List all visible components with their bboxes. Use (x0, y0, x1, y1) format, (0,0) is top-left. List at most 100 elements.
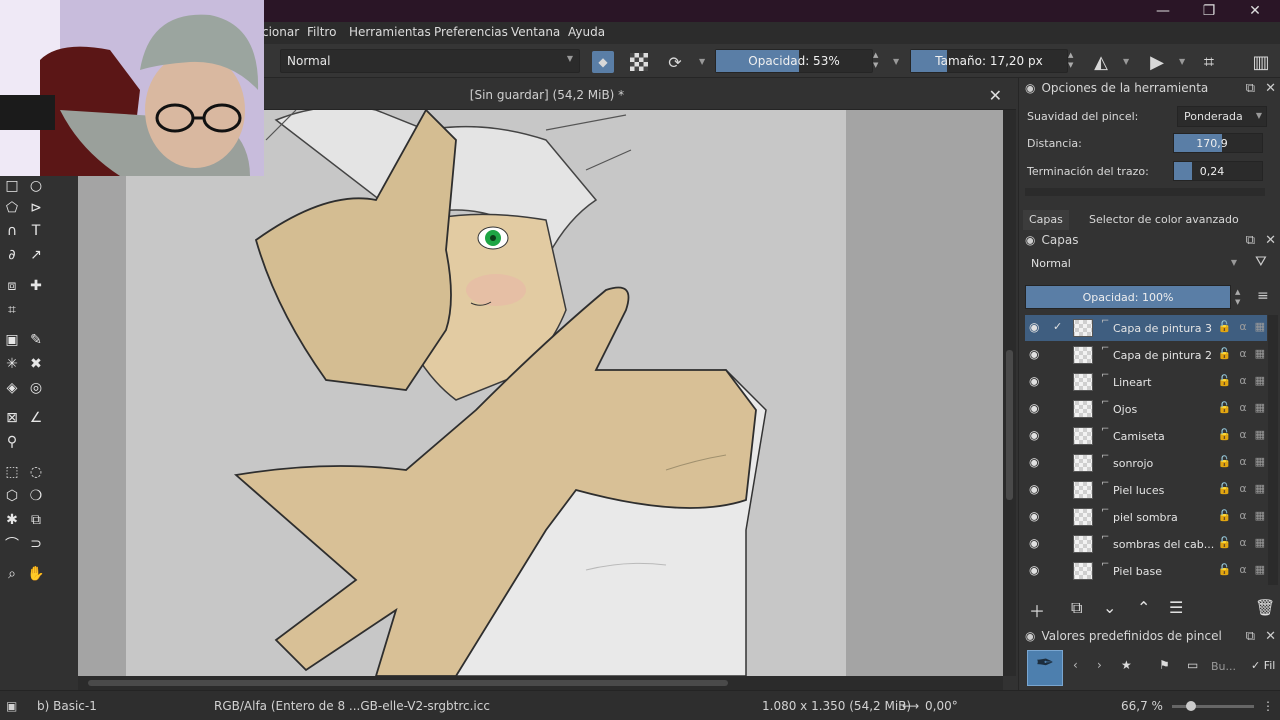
hamburger-menu-icon[interactable]: ≡ (1257, 288, 1269, 304)
layer-select-checkbox[interactable] (1053, 401, 1065, 413)
next-tag-icon[interactable]: › (1097, 658, 1102, 672)
visibility-eye-icon[interactable]: ◉ (1029, 401, 1043, 415)
text-tool-icon[interactable]: T (26, 221, 46, 241)
bezier-select-tool-icon[interactable]: ⌒ (2, 534, 22, 554)
layer-select-checkbox[interactable] (1053, 455, 1065, 467)
inherit-alpha-icon[interactable]: ▦ (1255, 482, 1265, 495)
zoom-slider[interactable] (1172, 701, 1254, 711)
layer-select-checkbox[interactable] (1053, 347, 1065, 359)
menu-help[interactable]: Ayuda (568, 25, 605, 39)
layer-select-checkbox[interactable] (1053, 374, 1065, 386)
preset-search-field[interactable]: Bu... (1211, 660, 1236, 673)
layer-opacity-spin-arrows[interactable]: ▲ ▼ (1235, 287, 1240, 307)
inherit-alpha-icon[interactable]: ▦ (1255, 536, 1265, 549)
pan-tool-icon[interactable]: ✋ (26, 564, 46, 584)
rectangle-tool-icon[interactable]: □ (2, 176, 22, 196)
layer-row[interactable]: ◉ ⌐ Ojos 🔓 α ▦ (1025, 396, 1267, 422)
inherit-alpha-icon[interactable]: ▦ (1255, 374, 1265, 387)
menu-tools[interactable]: Herramientas (349, 25, 431, 39)
opacity-spin-arrows[interactable]: ▲ ▼ (873, 50, 878, 70)
close-docker-icon[interactable]: ✕ (1265, 233, 1276, 248)
canvas-area[interactable] (78, 110, 1003, 676)
stroke-end-spinbox[interactable]: 0,24 (1173, 161, 1263, 181)
layer-row[interactable]: ◉ ⌐ sonrojo 🔓 α ▦ (1025, 450, 1267, 476)
lock-icon[interactable]: 🔓 (1218, 482, 1232, 495)
gradient-tool-icon[interactable]: ▣ (2, 330, 22, 350)
dynamic-brush-tool-icon[interactable]: ↗ (26, 245, 46, 265)
vertical-scrollbar-thumb[interactable] (1006, 350, 1013, 500)
transform-tool-icon[interactable]: ⧈ (2, 276, 22, 296)
smart-patch-tool-icon[interactable]: ✖ (26, 354, 46, 374)
brush-status-icon[interactable]: ▣ (6, 699, 17, 713)
bookmark-icon[interactable]: ⚑ (1159, 658, 1170, 672)
visibility-eye-icon[interactable]: ◉ (1029, 428, 1043, 442)
layer-row[interactable]: ◉ ⌐ Lineart 🔓 α ▦ (1025, 369, 1267, 395)
view-mode-icon[interactable]: ▭ (1187, 658, 1198, 672)
menu-preferences[interactable]: Preferencias (434, 25, 508, 39)
inherit-alpha-icon[interactable]: ▦ (1255, 455, 1265, 468)
lock-icon[interactable]: 🔓 (1218, 509, 1232, 522)
lock-icon[interactable]: 🔓 (1218, 455, 1232, 468)
layer-select-checkbox[interactable] (1053, 428, 1065, 440)
chevron-down-icon[interactable]: ▼ (1179, 57, 1185, 66)
move-tool-icon[interactable]: ✚ (26, 276, 46, 296)
ellipse-select-tool-icon[interactable]: ◌ (26, 462, 46, 482)
layer-select-checkbox[interactable] (1053, 509, 1065, 521)
lock-icon[interactable]: 🔓 (1218, 320, 1232, 333)
canvas-drawing[interactable] (126, 110, 846, 676)
workspace-button[interactable]: ▥ (1250, 51, 1272, 73)
layer-select-checkbox[interactable]: ✓ (1053, 320, 1065, 333)
zoom-slider-handle[interactable] (1186, 701, 1196, 711)
polyline-tool-icon[interactable]: ⊳ (26, 198, 46, 218)
chevron-down-icon[interactable]: ▼ (699, 57, 705, 66)
visibility-eye-icon[interactable]: ◉ (1029, 320, 1043, 334)
toggle-icon[interactable]: ◉ (1025, 629, 1035, 643)
layer-row[interactable]: ◉ ⌐ Camiseta 🔓 α ▦ (1025, 423, 1267, 449)
layer-opacity-slider[interactable]: Opacidad: 100% (1025, 285, 1231, 309)
lock-icon[interactable]: 🔓 (1218, 374, 1232, 387)
tool-options-scrollbar[interactable] (1025, 188, 1265, 196)
alpha-lock-icon[interactable]: α (1239, 455, 1246, 468)
preserve-alpha-button[interactable] (628, 51, 650, 73)
menu-window[interactable]: Ventana (511, 25, 560, 39)
brush-preset-thumbnail[interactable]: ✒ (1027, 650, 1063, 686)
zoom-tool-icon[interactable]: ⌕ (2, 564, 22, 584)
chevron-down-icon[interactable]: ▼ (893, 57, 899, 66)
ellipse-tool-icon[interactable]: ○ (26, 176, 46, 196)
inherit-alpha-icon[interactable]: ▦ (1255, 347, 1265, 360)
magnetic-select-tool-icon[interactable]: ⊃ (26, 534, 46, 554)
layer-row[interactable]: ◉ ⌐ Piel base 🔓 α ▦ (1025, 558, 1267, 584)
bezier-tool-icon[interactable]: ∩ (2, 221, 22, 241)
lock-icon[interactable]: 🔓 (1218, 563, 1232, 576)
enclose-fill-tool-icon[interactable]: ◎ (26, 378, 46, 398)
size-spin-arrows[interactable]: ▲ ▼ (1068, 50, 1073, 70)
alpha-lock-icon[interactable]: α (1239, 482, 1246, 495)
assistant-tool-icon[interactable]: ⊠ (2, 408, 22, 428)
magic-wand-tool-icon[interactable]: ✱ (2, 510, 22, 530)
close-window-button[interactable]: ✕ (1232, 0, 1278, 22)
alpha-lock-icon[interactable]: α (1239, 347, 1246, 360)
fill-tool-icon[interactable]: ◈ (2, 378, 22, 398)
tab-color-selector[interactable]: Selector de color avanzado (1083, 210, 1245, 230)
polygon-tool-icon[interactable]: ⬠ (2, 198, 22, 218)
horizontal-scrollbar[interactable] (78, 676, 1003, 690)
layer-list-scrollbar[interactable] (1268, 315, 1278, 585)
layer-select-checkbox[interactable] (1053, 482, 1065, 494)
eraser-mode-button[interactable]: ◆ (592, 51, 614, 73)
freehand-path-tool-icon[interactable]: ∂ (2, 245, 22, 265)
vertical-scrollbar[interactable] (1003, 110, 1016, 676)
layer-select-checkbox[interactable] (1053, 536, 1065, 548)
alpha-lock-icon[interactable]: α (1239, 374, 1246, 387)
add-layer-icon[interactable]: ＋ (1029, 598, 1045, 622)
inherit-alpha-icon[interactable]: ▦ (1255, 428, 1265, 441)
inherit-alpha-icon[interactable]: ▦ (1255, 509, 1265, 522)
inherit-alpha-icon[interactable]: ▦ (1255, 563, 1265, 576)
inherit-alpha-icon[interactable]: ▦ (1255, 401, 1265, 414)
layer-blend-mode-select[interactable]: Normal ▼ (1025, 254, 1241, 273)
reference-tool-icon[interactable]: ⚲ (2, 432, 22, 452)
minimize-button[interactable]: — (1140, 0, 1186, 22)
polygon-select-tool-icon[interactable]: ⬡ (2, 486, 22, 506)
visibility-eye-icon[interactable]: ◉ (1029, 374, 1043, 388)
reload-preset-button[interactable]: ⟳ (664, 51, 686, 73)
menu-select[interactable]: cionar (262, 25, 299, 39)
